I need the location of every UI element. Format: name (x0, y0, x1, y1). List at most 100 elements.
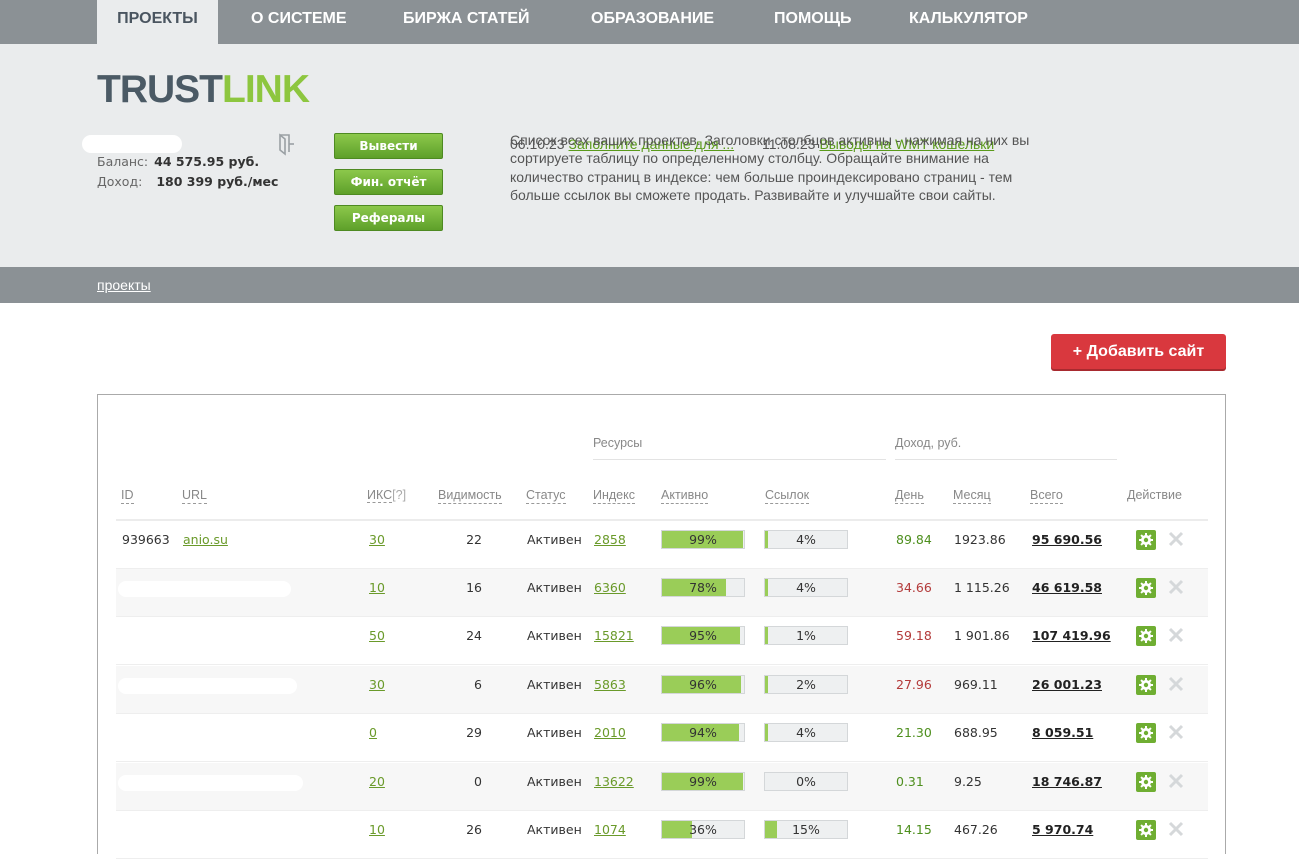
financial-report-button[interactable]: Фин. отчёт (334, 169, 443, 195)
col-links[interactable]: Ссылок (765, 488, 810, 504)
cell-month: 969.11 (954, 677, 998, 692)
col-index[interactable]: Индекс (593, 488, 635, 504)
cell-visibility: 24 (466, 628, 482, 643)
progress-label: 1% (796, 628, 816, 643)
cell-total: 46 619.58 (1032, 580, 1102, 595)
gear-icon[interactable] (1136, 820, 1156, 840)
url-redacted (118, 823, 286, 839)
url-redacted (118, 629, 274, 645)
cell-iks: 30 (369, 532, 385, 547)
cell-month: 467.26 (954, 822, 998, 837)
nav-item-calculator[interactable]: КАЛЬКУЛЯТОР (909, 0, 1028, 44)
close-icon[interactable] (1168, 773, 1184, 789)
nav-item-education[interactable]: ОБРАЗОВАНИЕ (591, 0, 714, 44)
cell-index: 2010 (594, 725, 626, 740)
cell-index: 2858 (594, 532, 626, 547)
progress-label: 94% (689, 725, 717, 740)
col-active[interactable]: Активно (661, 488, 709, 504)
index-link[interactable]: 15821 (594, 628, 634, 643)
col-total[interactable]: Всего (1030, 488, 1063, 504)
index-link[interactable]: 5863 (594, 677, 626, 692)
close-icon[interactable] (1168, 531, 1184, 547)
iks-link[interactable]: 0 (369, 725, 377, 740)
income-line: Доход: 180 399 руб./мес (97, 174, 279, 189)
cell-total: 18 746.87 (1032, 774, 1102, 789)
gear-icon[interactable] (1136, 675, 1156, 695)
cell-index: 1074 (594, 822, 626, 837)
index-link[interactable]: 2010 (594, 725, 626, 740)
progress-label: 4% (796, 532, 816, 547)
cell-status: Активен (527, 677, 582, 692)
iks-link[interactable]: 10 (369, 822, 385, 837)
cell-status: Активен (527, 532, 582, 547)
iks-help-link[interactable]: [?] (392, 488, 406, 502)
cell-iks: 30 (369, 677, 385, 692)
cell-index: 5863 (594, 677, 626, 692)
links-progress-bar: 0% (764, 772, 848, 791)
trustlink-logo[interactable]: TRUSTLINK (97, 70, 310, 110)
close-icon[interactable] (1168, 627, 1184, 643)
progress-label: 96% (689, 677, 717, 692)
col-id[interactable]: ID (121, 488, 134, 504)
nav-item-projects[interactable]: ПРОЕКТЫ (97, 0, 218, 44)
iks-link[interactable]: 50 (369, 628, 385, 643)
cell-id: 939663 (122, 532, 170, 547)
cell-month: 9.25 (954, 774, 982, 789)
close-icon[interactable] (1168, 724, 1184, 740)
col-status[interactable]: Статус (526, 488, 566, 504)
gear-icon[interactable] (1136, 723, 1156, 743)
cell-month: 1923.86 (954, 532, 1006, 547)
header: TRUSTLINK Баланс: 44 575.95 руб. Доход: 18… (0, 44, 1299, 267)
progress-label: 4% (796, 725, 816, 740)
gear-icon[interactable] (1136, 772, 1156, 792)
nav-item-help[interactable]: ПОМОЩЬ (774, 0, 852, 44)
cell-day: 59.18 (896, 628, 932, 643)
col-month[interactable]: Месяц (953, 488, 991, 504)
gear-icon[interactable] (1136, 626, 1156, 646)
cell-day: 89.84 (896, 532, 932, 547)
cell-iks: 50 (369, 628, 385, 643)
cell-day: 27.96 (896, 677, 932, 692)
progress-label: 15% (792, 822, 820, 837)
page-description: Список всех ваших проектов. Заголовки ст… (510, 132, 1030, 204)
cell-iks: 20 (369, 774, 385, 789)
balance-line: Баланс: 44 575.95 руб. (97, 154, 260, 169)
iks-link[interactable]: 30 (369, 677, 385, 692)
col-url[interactable]: URL (182, 488, 208, 504)
index-link[interactable]: 13622 (594, 774, 634, 789)
nav-item-articles[interactable]: БИРЖА СТАТЕЙ (403, 0, 530, 44)
col-day[interactable]: День (895, 488, 924, 504)
cell-month: 1 115.26 (954, 580, 1010, 595)
progress-label: 2% (796, 677, 816, 692)
referrals-button[interactable]: Рефералы (334, 205, 443, 231)
cell-iks: 0 (369, 725, 377, 740)
index-link[interactable]: 2858 (594, 532, 626, 547)
breadcrumb-projects[interactable]: проекты (97, 277, 151, 293)
close-icon[interactable] (1168, 579, 1184, 595)
index-link[interactable]: 1074 (594, 822, 626, 837)
active-progress-bar: 78% (661, 578, 745, 597)
gear-icon[interactable] (1136, 530, 1156, 550)
site-url-link[interactable]: anio.su (183, 532, 228, 547)
cell-total: 5 970.74 (1032, 822, 1094, 837)
col-iks[interactable]: ИКС[?] (367, 488, 406, 503)
withdraw-button[interactable]: Вывести (334, 133, 443, 159)
gear-icon[interactable] (1136, 578, 1156, 598)
cell-total: 107 419.96 (1032, 628, 1111, 643)
progress-label: 36% (689, 822, 717, 837)
close-icon[interactable] (1168, 676, 1184, 692)
iks-link[interactable]: 30 (369, 532, 385, 547)
exit-door-icon[interactable] (276, 132, 296, 156)
add-site-button[interactable]: + Добавить сайт (1051, 334, 1226, 369)
iks-link[interactable]: 20 (369, 774, 385, 789)
index-link[interactable]: 6360 (594, 580, 626, 595)
iks-link[interactable]: 10 (369, 580, 385, 595)
cell-status: Активен (527, 822, 582, 837)
balance-value: 44 575.95 руб. (154, 154, 260, 169)
nav-item-about[interactable]: О СИСТЕМЕ (251, 0, 347, 44)
col-visibility[interactable]: Видимость (438, 488, 502, 504)
cell-total: 95 690.56 (1032, 532, 1102, 547)
progress-label: 0% (796, 774, 816, 789)
close-icon[interactable] (1168, 821, 1184, 837)
cell-day: 21.30 (896, 725, 932, 740)
